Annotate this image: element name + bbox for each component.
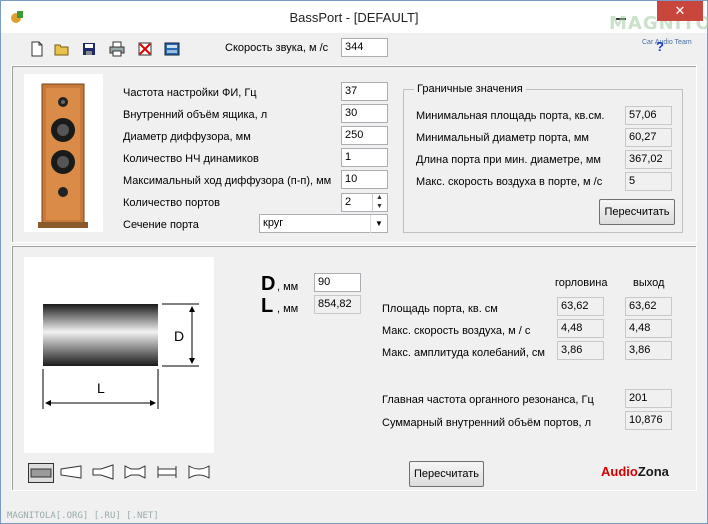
- amplitude-label: Макс. амплитуда колебаний, см: [382, 347, 545, 359]
- max-excursion-input[interactable]: 10: [341, 170, 388, 189]
- save-icon[interactable]: [81, 41, 97, 57]
- open-folder-icon[interactable]: [54, 41, 70, 57]
- drawing-d-label: D: [174, 328, 184, 344]
- woofer-count-label: Количество НЧ динамиков: [123, 153, 259, 165]
- straight-port-icon[interactable]: [28, 463, 54, 483]
- cone-diameter-label: Диаметр диффузора, мм: [123, 131, 251, 143]
- area-throat-value: 63,62: [557, 297, 604, 316]
- box-volume-label: Внутренний объём ящика, л: [123, 109, 268, 121]
- total-volume-value: 10,876: [625, 411, 672, 430]
- sound-speed-input[interactable]: 344: [341, 38, 388, 57]
- max-air-speed-label: Макс. скорость воздуха в порте, м /с: [416, 176, 603, 188]
- port-section-select[interactable]: круг: [259, 214, 388, 233]
- clear-icon[interactable]: [137, 41, 153, 57]
- l-letter: L: [261, 295, 274, 317]
- speaker-image: [24, 74, 103, 232]
- d-unit: , мм: [277, 281, 299, 293]
- drawing-l-label: L: [97, 380, 105, 396]
- col-exit-header: выход: [633, 277, 665, 289]
- area-exit-value: 63,62: [625, 297, 672, 316]
- window-title: BassPort - [DEFAULT]: [289, 10, 419, 25]
- amplitude-exit-value: 3,86: [625, 341, 672, 360]
- air-speed-exit-value: 4,48: [625, 319, 672, 338]
- woofer-count-input[interactable]: 1: [341, 148, 388, 167]
- brand-zona: Zona: [637, 464, 669, 479]
- sound-speed-label: Скорость звука, м /с: [225, 42, 329, 54]
- port-drawing: D L: [24, 257, 214, 453]
- port-diameter-input[interactable]: 90: [314, 273, 361, 292]
- max-excursion-label: Максимальный ход диффузора (п-п), мм: [123, 175, 332, 187]
- organ-freq-value: 201: [625, 389, 672, 408]
- port-count-spin-arrows[interactable]: [372, 194, 387, 213]
- double-flare-icon[interactable]: [123, 463, 149, 483]
- port-count-label: Количество портов: [123, 197, 220, 209]
- port-length-label: Длина порта при мин. диаметре, мм: [416, 154, 601, 166]
- help-icon[interactable]: ?: [656, 39, 670, 57]
- min-diameter-value: 60,27: [625, 128, 672, 147]
- footer-watermark: MAGNITOLA[.ORG] [.RU] [.NET]: [7, 511, 159, 521]
- min-diameter-label: Минимальный диаметр порта, мм: [416, 132, 589, 144]
- port-length-value: 367,02: [625, 150, 672, 169]
- min-area-label: Минимальная площадь порта, кв.см.: [416, 110, 605, 122]
- title-bar: BassPort - [DEFAULT] MAGNITOLA ✕: [1, 1, 708, 34]
- app-window: BassPort - [DEFAULT] MAGNITOLA ✕ Car Aud…: [0, 0, 708, 524]
- bell-port-icon[interactable]: [187, 463, 213, 483]
- organ-freq-label: Главная частота органного резонанса, Гц: [382, 394, 594, 406]
- limits-title: Граничные значения: [414, 83, 526, 95]
- l-unit: , мм: [277, 303, 299, 315]
- area-label: Площадь порта, кв. см: [382, 303, 498, 315]
- port-section-label: Сечение порта: [123, 219, 199, 231]
- d-letter: D: [261, 273, 276, 295]
- total-volume-label: Суммарный внутренний объём портов, л: [382, 417, 592, 429]
- chevron-down-icon[interactable]: ▼: [370, 215, 387, 233]
- tuning-freq-label: Частота настройки ФИ, Гц: [123, 87, 257, 99]
- box-volume-input[interactable]: 30: [341, 104, 388, 123]
- flanged-port-icon[interactable]: [155, 463, 181, 483]
- air-speed-throat-value: 4,48: [557, 319, 604, 338]
- recalc-port-button[interactable]: Пересчитать: [409, 461, 484, 487]
- recalc-limits-button[interactable]: Пересчитать: [599, 199, 675, 225]
- cone-diameter-input[interactable]: 250: [341, 126, 388, 145]
- air-speed-label: Макс. скорость воздуха, м / с: [382, 325, 531, 337]
- tuning-freq-input[interactable]: 37: [341, 82, 388, 101]
- audiozona-logo: AudioZona: [601, 464, 669, 479]
- close-button[interactable]: ✕: [657, 1, 703, 21]
- flared-one-end-icon[interactable]: [59, 463, 85, 483]
- amplitude-throat-value: 3,86: [557, 341, 604, 360]
- cone-port-icon[interactable]: [91, 463, 117, 483]
- print-icon[interactable]: [109, 41, 125, 57]
- min-area-value: 57,06: [625, 106, 672, 125]
- port-length-result: 854,82: [314, 295, 361, 314]
- brand-audio: Audio: [601, 464, 638, 479]
- calculator-icon[interactable]: [164, 41, 180, 57]
- max-air-speed-value: 5: [625, 172, 672, 191]
- new-file-icon[interactable]: [29, 41, 45, 57]
- col-throat-header: горловина: [555, 277, 608, 289]
